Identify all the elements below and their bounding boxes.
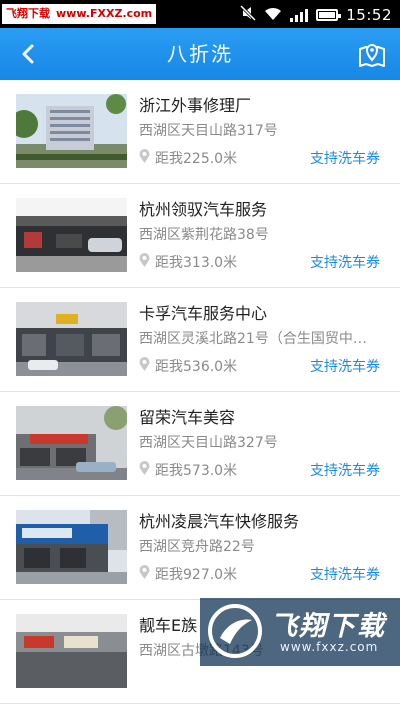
- mute-icon: [240, 4, 257, 25]
- shop-distance: 距我225.0米: [139, 148, 237, 168]
- location-pin-icon: [139, 461, 150, 479]
- shop-photo: [16, 510, 127, 584]
- watermark-name: 飞翔下载: [270, 611, 386, 642]
- location-pin-icon: [139, 565, 150, 583]
- list-item[interactable]: 留荣汽车美容 西湖区天目山路327号 距我573.0米 支持洗车券: [0, 392, 400, 496]
- list-item[interactable]: 卡孚汽车服务中心 西湖区灵溪北路21号（合生国贸中… 距我536.0米 支持洗车…: [0, 288, 400, 392]
- watermark-site: 飞翔下载: [6, 7, 50, 20]
- distance-text: 距我225.0米: [155, 151, 238, 167]
- watermark-top: 飞翔下载 www.FXXZ.com: [2, 4, 157, 24]
- page-title: 八折洗: [167, 42, 233, 66]
- watermark-overlay: 飞翔下载 www.fxxz.com: [200, 598, 400, 666]
- signal-icon: [290, 8, 309, 22]
- wifi-icon: [264, 6, 282, 25]
- wash-coupon-badge: 支持洗车券: [310, 151, 380, 167]
- shop-distance: 距我573.0米: [139, 460, 237, 480]
- shop-name: 靓车E族: [139, 616, 198, 635]
- watermark-logo-icon: [208, 604, 262, 658]
- wash-coupon-badge: 支持洗车券: [310, 359, 380, 375]
- map-button[interactable]: [354, 36, 390, 72]
- shop-address: 西湖区灵溪北路21号（合生国贸中…: [139, 331, 367, 347]
- shop-photo: [16, 198, 127, 272]
- status-bar: 飞翔下载 www.FXXZ.com 15:52: [0, 0, 400, 28]
- shop-photo: [16, 302, 127, 376]
- location-pin-icon: [139, 253, 150, 271]
- shop-photo: [16, 94, 127, 168]
- app-header: 八折洗: [0, 28, 400, 80]
- wash-coupon-badge: 支持洗车券: [310, 567, 380, 583]
- shop-photo: [16, 614, 127, 688]
- location-pin-icon: [139, 149, 150, 167]
- shop-name: 杭州领驭汽车服务: [139, 200, 268, 219]
- shop-name: 杭州凌晨汽车快修服务: [139, 512, 300, 531]
- distance-text: 距我927.0米: [155, 567, 238, 583]
- distance-text: 距我573.0米: [155, 463, 238, 479]
- shop-address: 西湖区竞舟路22号: [139, 539, 255, 555]
- shop-name: 浙江外事修理厂: [139, 96, 252, 115]
- shop-distance: 距我927.0米: [139, 564, 237, 584]
- shop-address: 西湖区紫荆花路38号: [139, 227, 269, 243]
- shop-address: 西湖区天目山路327号: [139, 435, 278, 451]
- shop-distance: 距我313.0米: [139, 252, 237, 272]
- status-time: 15:52: [346, 6, 392, 24]
- watermark-url: www.FXXZ.com: [56, 7, 153, 20]
- watermark-url-bottom: www.fxxz.com: [280, 640, 379, 654]
- shop-name: 卡孚汽车服务中心: [139, 304, 268, 323]
- list-item[interactable]: 杭州凌晨汽车快修服务 西湖区竞舟路22号 距我927.0米 支持洗车券: [0, 496, 400, 600]
- shop-photo: [16, 406, 127, 480]
- distance-text: 距我313.0米: [155, 255, 238, 271]
- wash-coupon-badge: 支持洗车券: [310, 463, 380, 479]
- status-icons: 15:52: [240, 4, 392, 25]
- shop-address: 西湖区天目山路317号: [139, 123, 278, 139]
- battery-icon: [316, 9, 342, 21]
- shop-name: 留荣汽车美容: [139, 408, 236, 427]
- wash-coupon-badge: 支持洗车券: [310, 255, 380, 271]
- location-pin-icon: [139, 357, 150, 375]
- distance-text: 距我536.0米: [155, 359, 238, 375]
- list-item[interactable]: 杭州领驭汽车服务 西湖区紫荆花路38号 距我313.0米 支持洗车券: [0, 184, 400, 288]
- map-location-icon: [359, 44, 385, 67]
- list-item[interactable]: 浙江外事修理厂 西湖区天目山路317号 距我225.0米 支持洗车券: [0, 80, 400, 184]
- shop-distance: 距我536.0米: [139, 356, 237, 376]
